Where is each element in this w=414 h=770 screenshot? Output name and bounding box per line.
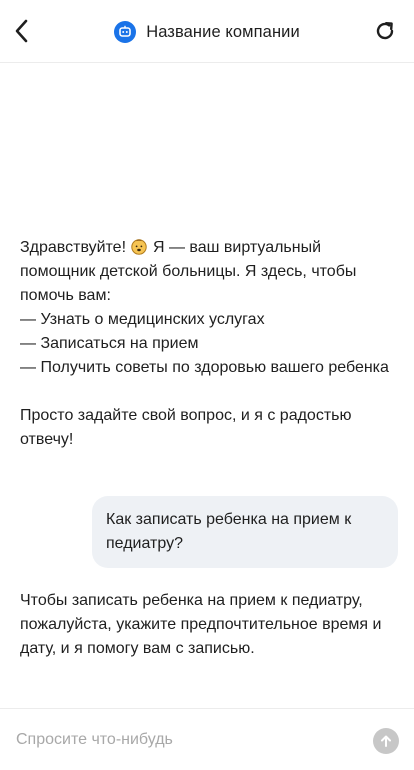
list-item: — Узнать о медицинских услугах bbox=[20, 311, 265, 328]
company-title: Название компании bbox=[146, 22, 300, 41]
user-message-text: Как записать ребенка на прием к педиатру… bbox=[106, 511, 352, 552]
list-item: — Записаться на прием bbox=[20, 335, 199, 352]
list-item: — Получить советы по здоровью вашего реб… bbox=[20, 359, 389, 376]
welcome-intro: Здравствуйте! Я — ваш виртуальный помощн… bbox=[20, 236, 396, 308]
baby-face-icon bbox=[131, 239, 148, 255]
bot-message-reply: Чтобы записать ребенка на прием к педиат… bbox=[20, 589, 396, 661]
refresh-button[interactable] bbox=[372, 18, 398, 44]
chat-header: Название компании bbox=[0, 0, 414, 63]
chat-app: Название компании Здравствуйте! Я — ваш … bbox=[0, 0, 414, 770]
arrow-up-icon bbox=[381, 735, 391, 747]
welcome-greeting: Здравствуйте! bbox=[20, 239, 127, 256]
bot-message-welcome: Здравствуйте! Я — ваш виртуальный помощн… bbox=[20, 236, 396, 452]
send-button[interactable] bbox=[373, 728, 399, 754]
header-title-group: Название компании bbox=[0, 19, 414, 45]
welcome-closing: Просто задайте свой вопрос, и я с радост… bbox=[20, 407, 352, 448]
bot-logo-icon bbox=[114, 21, 137, 43]
message-input[interactable] bbox=[16, 727, 356, 753]
refresh-icon bbox=[376, 22, 394, 40]
user-message-bubble: Как записать ребенка на прием к педиатру… bbox=[92, 496, 398, 568]
bot-reply-text: Чтобы записать ребенка на прием к педиат… bbox=[20, 592, 382, 657]
message-composer bbox=[0, 708, 414, 770]
